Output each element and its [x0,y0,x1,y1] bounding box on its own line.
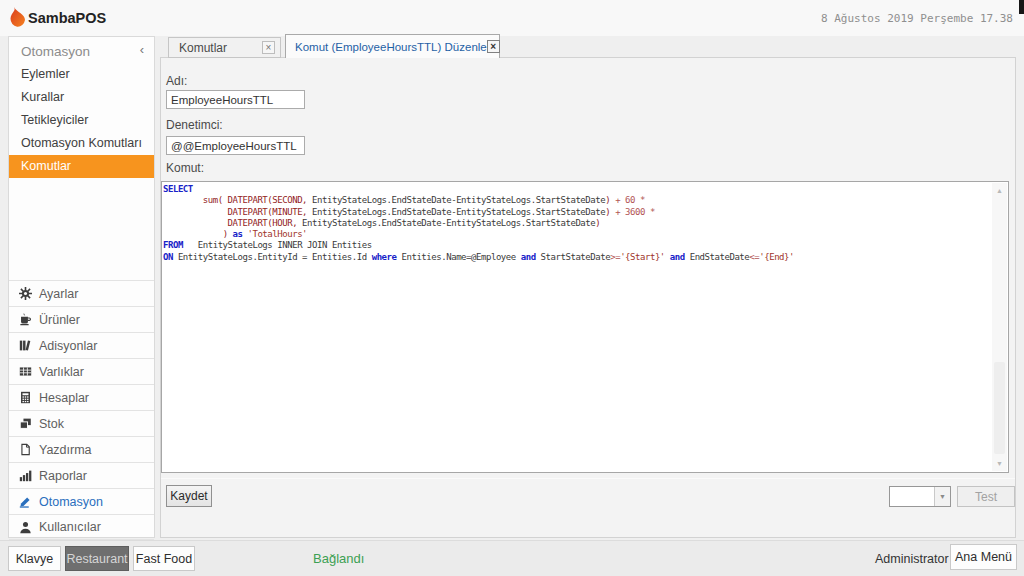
sidebar-section-title: Otomasyon [21,44,90,59]
tab-komutlar[interactable]: Komutlar × [168,37,281,58]
module-stok[interactable]: Stok [9,410,154,436]
name-label: Adı: [166,74,187,88]
sidebar-item-komutlar[interactable]: Komutlar [9,155,154,178]
scroll-up-icon[interactable]: ▲ [992,183,1007,198]
chevron-down-icon[interactable]: ▼ [934,487,950,506]
calculator-icon [19,391,32,404]
tab-label: Komut (EmployeeHoursTTL) Düzenle [286,41,487,53]
module-adisyonlar[interactable]: Adisyonlar [9,332,154,358]
module-label: Otomasyon [39,495,103,509]
grid-icon [19,365,32,378]
test-button[interactable]: Test [957,486,1015,507]
bar-chart-icon [19,469,32,482]
books-icon [19,339,32,352]
sql-code: SELECT sum( DATEPART(SECOND, EntityState… [163,184,992,263]
module-label: Stok [39,417,64,431]
sidebar-item-eylemler[interactable]: Eylemler [9,63,154,86]
module-label: Hesaplar [39,391,89,405]
test-value-combobox[interactable]: ▼ [889,486,951,507]
tab-komut-duzenle[interactable]: Komut (EmployeeHoursTTL) Düzenle × [285,34,500,58]
keyboard-button[interactable]: Klavye [8,546,61,571]
module-hesaplar[interactable]: Hesaplar [9,384,154,410]
module-label: Raporlar [39,469,87,483]
editor-scrollbar[interactable]: ▲ ▼ [992,183,1007,471]
scrollbar-thumb[interactable] [994,362,1005,454]
layers-icon [19,417,32,430]
collapse-icon[interactable]: ‹ [140,42,144,57]
module-urunler[interactable]: Ürünler [9,306,154,332]
sambapos-flame-icon [9,6,27,30]
cup-icon [19,313,32,326]
module-label: Varlıklar [39,365,84,379]
window-corner-mark [1019,0,1024,14]
terminal-restaurant-button[interactable]: Restaurant [65,546,129,571]
top-bar: SambaPOS 8 Ağustos 2019 Perşembe 17.38 [0,0,1024,36]
sidebar-item-tetikleyiciler[interactable]: Tetikleyiciler [9,109,154,132]
module-otomasyon[interactable]: Otomasyon [9,488,154,514]
document-icon [19,443,32,456]
close-icon[interactable]: × [262,41,275,54]
datetime-display: 8 Ağustos 2019 Perşembe 17.38 [821,12,1013,25]
module-kullanicilar[interactable]: Kullanıcılar [9,514,154,540]
sidebar-item-kurallar[interactable]: Kurallar [9,86,154,109]
scroll-down-icon[interactable]: ▼ [992,456,1007,471]
close-icon[interactable]: × [487,40,500,53]
main-menu-button[interactable]: Ana Menü [950,544,1017,570]
module-label: Kullanıcılar [39,520,101,534]
module-yazdirma[interactable]: Yazdırma [9,436,154,462]
save-button[interactable]: Kaydet [166,485,212,507]
sidebar: Otomasyon ‹ Eylemler Kurallar Tetikleyic… [8,36,155,538]
module-label: Ürünler [39,313,80,327]
module-label: Adisyonlar [39,339,97,353]
panel-divider [161,478,1015,479]
sql-editor[interactable]: SELECT sum( DATEPART(SECOND, EntityState… [161,181,1009,473]
pencil-icon [19,495,32,508]
module-label: Yazdırma [39,443,92,457]
app-title: SambaPOS [28,10,106,26]
module-label: Ayarlar [39,287,78,301]
user-icon [19,521,32,534]
tab-label: Komutlar [169,41,262,55]
gear-icon [19,287,32,300]
module-varliklar[interactable]: Varlıklar [9,358,154,384]
sidebar-item-otomasyon-komutlari[interactable]: Otomasyon Komutları [9,132,154,155]
module-raporlar[interactable]: Raporlar [9,462,154,488]
command-label: Komut: [166,161,204,175]
terminal-fastfood-button[interactable]: Fast Food [133,546,195,571]
handler-input[interactable] [166,136,305,155]
module-ayarlar[interactable]: Ayarlar [9,280,154,306]
status-bar: Klavye Restaurant Fast Food Bağlandı Adm… [0,540,1024,576]
current-user: Administrator [875,552,949,566]
connection-status: Bağlandı [313,551,364,566]
handler-label: Denetimci: [166,118,223,132]
name-input[interactable] [166,90,305,109]
